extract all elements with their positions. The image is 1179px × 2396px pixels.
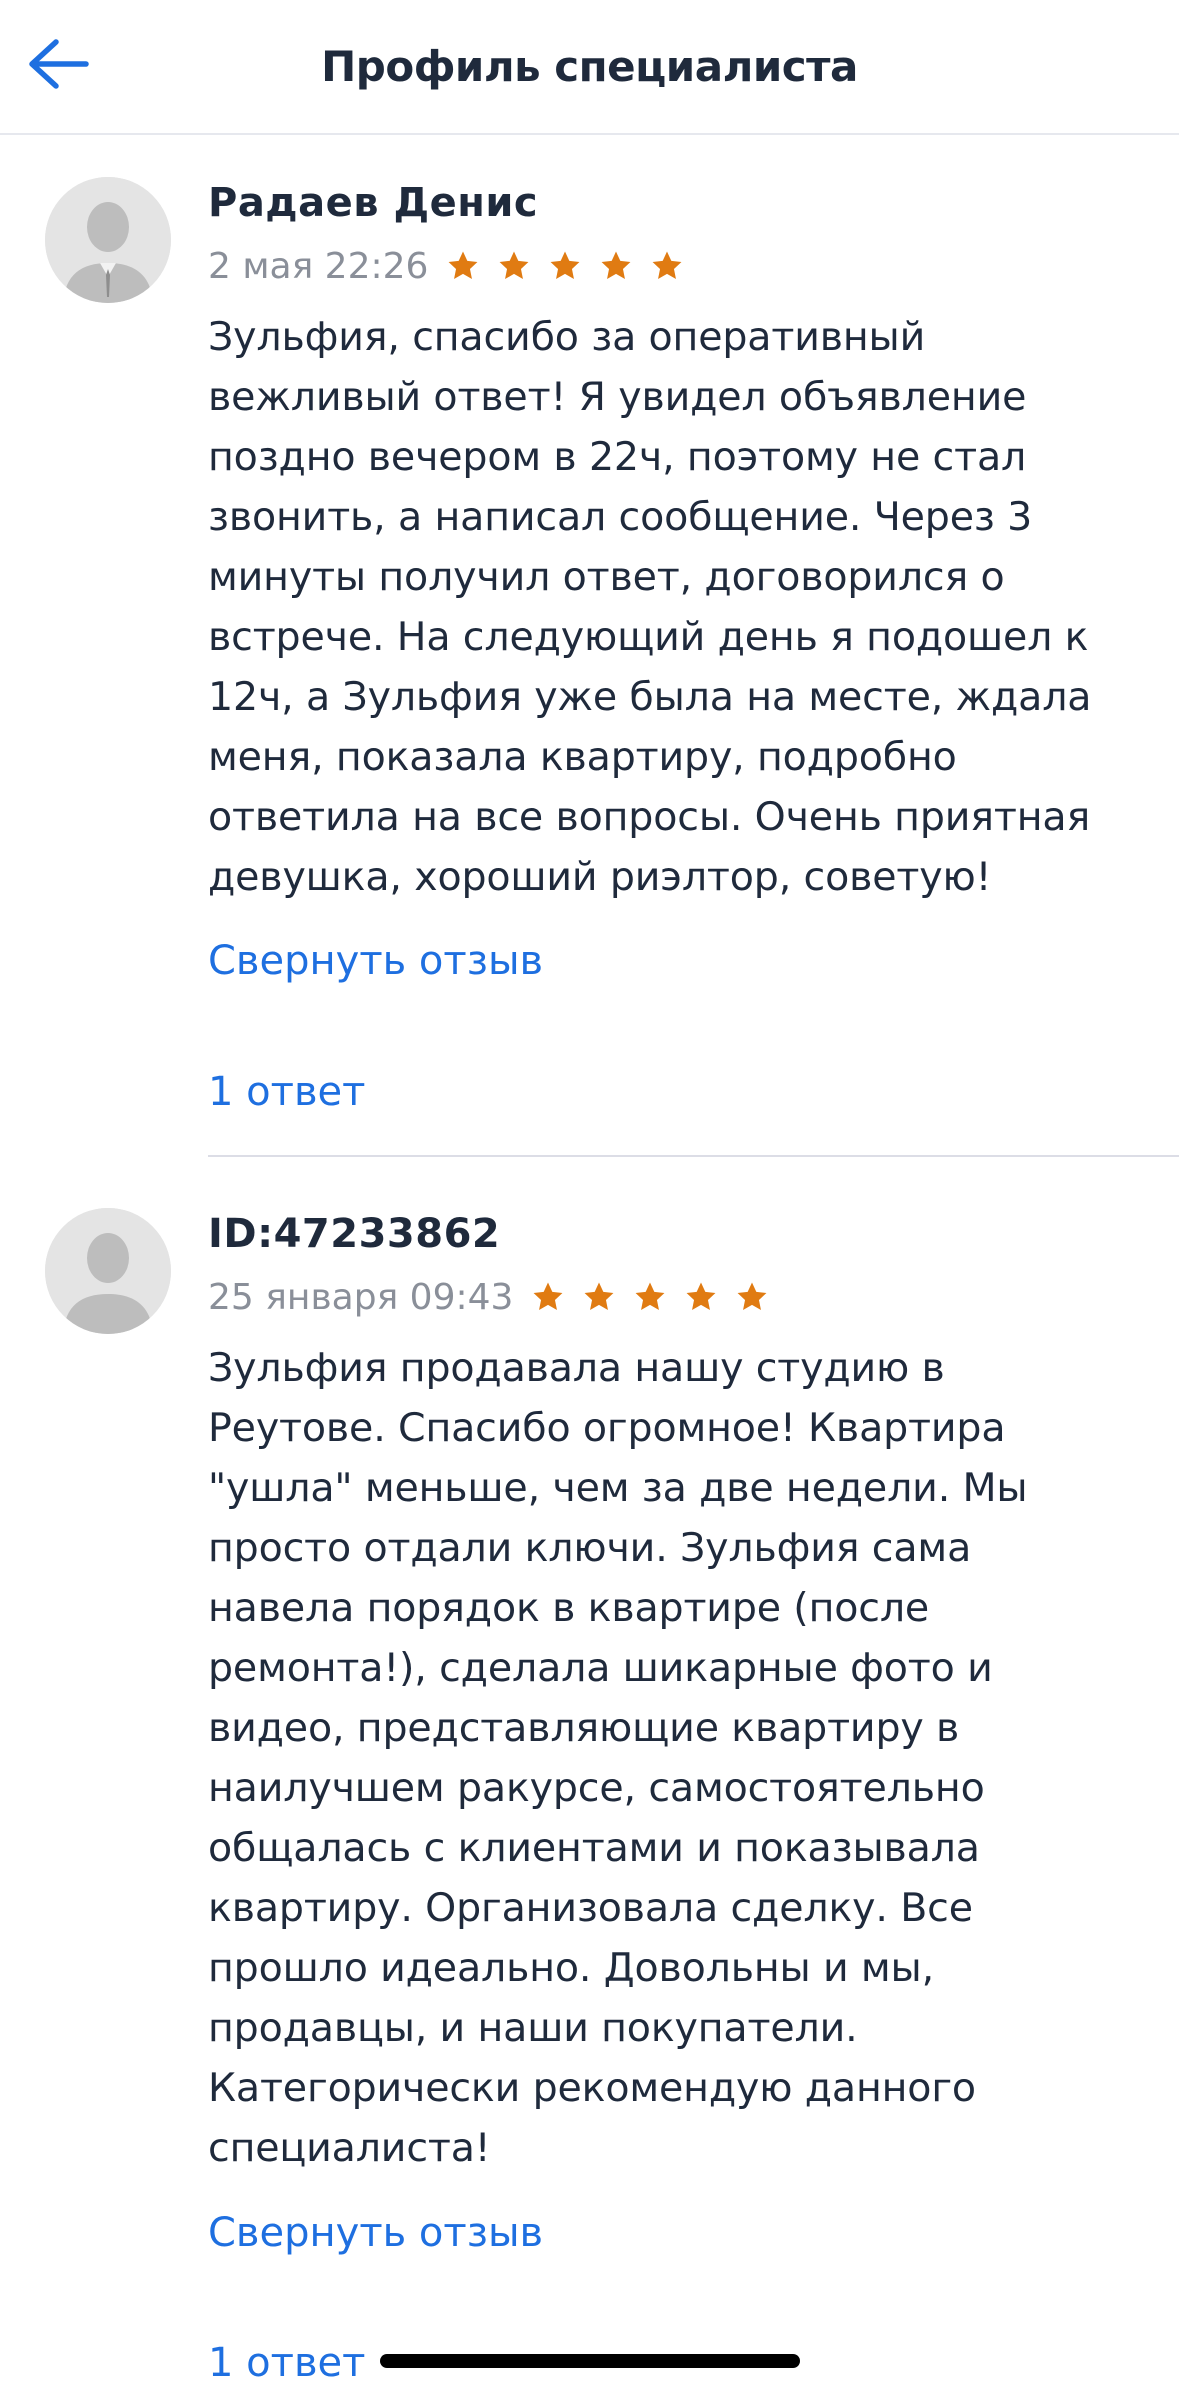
star-icon: [499, 251, 529, 279]
person-silhouette-icon: [45, 177, 171, 303]
divider: [208, 1155, 1179, 1157]
star-icon: [533, 1282, 563, 1310]
avatar: [45, 177, 171, 303]
star-icon: [686, 1282, 716, 1310]
replies-link[interactable]: 1 ответ: [208, 2340, 365, 2386]
replies-link[interactable]: 1 ответ: [208, 1069, 365, 1115]
review-text-line: девушка, хороший риэлтор, советую!: [208, 854, 992, 900]
star-icon: [448, 251, 478, 279]
review-text-line: общалась с клиентами и показывала: [208, 1825, 980, 1871]
review-text-line: звонить, а написал сообщение. Через 3: [208, 494, 1033, 540]
review-text-line: Зульфия продавала нашу студию в: [208, 1345, 945, 1391]
review-text-line: навела порядок в квартире (после: [208, 1585, 930, 1631]
review-text-line: продавцы, и наши покупатели.: [208, 2005, 858, 2051]
review-date: 2 мая 22:26: [208, 245, 429, 287]
star-icon: [550, 251, 580, 279]
review-text-line: меня, показала квартиру, подробно: [208, 734, 957, 780]
review-text-line: специалиста!: [208, 2125, 491, 2171]
review-meta: 25 января 09:43: [208, 1273, 769, 1321]
review-text: Зульфия, спасибо за оперативный вежливый…: [208, 307, 1138, 907]
rating-stars: [531, 1280, 769, 1314]
star-icon: [601, 251, 631, 279]
review-text-line: Реутове. Спасибо огромное! Квартира: [208, 1405, 1006, 1451]
person-silhouette-icon: [45, 1208, 171, 1334]
review-meta: 2 мая 22:26: [208, 242, 684, 290]
review-author: Радаев Денис: [208, 180, 539, 226]
review-text-line: наилучшем ракурсе, самостоятельно: [208, 1765, 985, 1811]
review-text-line: "ушла" меньше, чем за две недели. Мы: [208, 1465, 1028, 1511]
collapse-review-link[interactable]: Свернуть отзыв: [208, 938, 543, 984]
rating-stars: [446, 249, 684, 283]
review-date: 25 января 09:43: [208, 1276, 514, 1318]
review-text-line: встрече. На следующий день я подошел к: [208, 614, 1089, 660]
page-title: Профиль специалиста: [321, 42, 858, 91]
review-author: ID:47233862: [208, 1211, 501, 1257]
review-text-line: вежливый ответ! Я увидел объявление: [208, 374, 1027, 420]
review-text-line: просто отдали ключи. Зульфия сама: [208, 1525, 972, 1571]
review-text-line: квартиру. Организовала сделку. Все: [208, 1885, 973, 1931]
collapse-review-link[interactable]: Свернуть отзыв: [208, 2210, 543, 2256]
review-text-line: 12ч, а Зульфия уже была на месте, ждала: [208, 674, 1092, 720]
review-text-line: Категорически рекомендую данного: [208, 2065, 976, 2111]
review-text-line: ответила на все вопросы. Очень приятная: [208, 794, 1091, 840]
star-icon: [635, 1282, 665, 1310]
review-text: Зульфия продавала нашу студию в Реутове.…: [208, 1338, 1138, 2178]
review-text-line: ремонта!), сделала шикарные фото и: [208, 1645, 993, 1691]
avatar: [45, 1208, 171, 1334]
star-icon: [737, 1282, 767, 1310]
review-text-line: видео, представляющие квартиру в: [208, 1705, 960, 1751]
review-text-line: минуты получил ответ, договорился о: [208, 554, 1005, 600]
review-text-line: прошло идеально. Довольны и мы,: [208, 1945, 934, 1991]
home-indicator[interactable]: [380, 2354, 800, 2368]
star-icon: [652, 251, 682, 279]
review-text-line: поздно вечером в 22ч, поэтому не стал: [208, 434, 1027, 480]
review-text-line: Зульфия, спасибо за оперативный: [208, 314, 926, 360]
star-icon: [584, 1282, 614, 1310]
top-bar: Профиль специалиста: [0, 0, 1179, 135]
